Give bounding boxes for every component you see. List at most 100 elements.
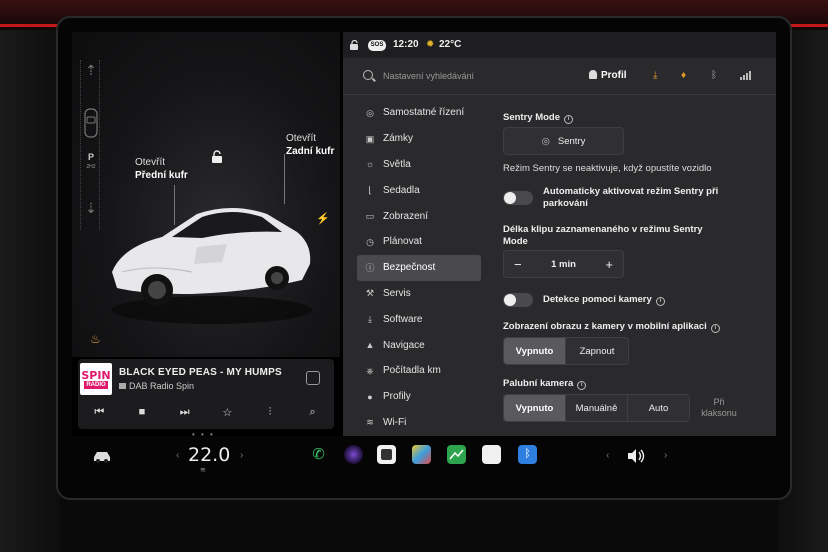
nav-item-seats[interactable]: ⌊ Sedadla — [357, 177, 481, 203]
gear-down-arrow-icon[interactable]: ⇣ — [81, 200, 101, 217]
front-trunk-action: Otevřít — [135, 157, 166, 168]
dashcam-option-auto[interactable]: Auto — [628, 395, 689, 421]
gear-sub-label: 2H2 — [86, 164, 96, 170]
background-left — [0, 30, 60, 552]
sentry-heading: Sentry Mode i — [503, 112, 574, 124]
unlock-icon[interactable] — [210, 150, 224, 164]
dashcam-option-off[interactable]: Vypnuto — [504, 395, 566, 421]
bluetooth-app-icon[interactable]: ᛒ — [518, 445, 537, 464]
dashcam-option-manual[interactable]: Manuálně — [566, 395, 628, 421]
service-app-icon[interactable] — [377, 445, 396, 464]
seat-heater-icon[interactable]: ≋ — [200, 466, 206, 474]
dashcam-segmented: Vypnuto Manuálně Auto — [503, 394, 690, 422]
front-trunk-name: Přední kufr — [135, 170, 188, 181]
camera-detect-toggle[interactable] — [503, 293, 533, 307]
mobile-view-option-on[interactable]: Zapnout — [566, 338, 628, 364]
outside-temperature: 22°C — [439, 39, 462, 50]
clip-length-stepper[interactable]: − 1 min + — [503, 250, 624, 278]
temp-down-arrow[interactable]: ‹ — [176, 450, 179, 461]
favorite-star-icon[interactable]: ☆ — [217, 406, 237, 419]
nav-label: Software — [383, 313, 423, 325]
phone-icon[interactable]: ✆ — [309, 445, 328, 464]
clip-minus-button[interactable]: − — [514, 257, 522, 272]
sentry-button[interactable]: ◎ Sentry — [503, 127, 624, 155]
sos-badge[interactable]: SOS — [368, 40, 386, 51]
nav-label: Samostatné řízení — [383, 107, 465, 119]
nav-item-locks[interactable]: ▣ Zámky — [357, 126, 481, 152]
info-icon[interactable]: i — [577, 381, 587, 390]
auto-sentry-label: Automaticky aktivovat režim Sentry při p… — [543, 186, 719, 209]
gear-selector[interactable]: ⇡ P 2H2 ⇣ — [80, 60, 100, 230]
dab-icon — [119, 383, 126, 389]
media-source-icon[interactable] — [306, 371, 320, 385]
info-icon[interactable]: i — [655, 297, 665, 306]
nav-item-lights[interactable]: ☼ Světla — [357, 152, 481, 178]
sentry-button-label: Sentry — [557, 135, 586, 147]
unlock-status-icon — [350, 40, 358, 50]
profile-button[interactable]: Profil — [589, 70, 627, 81]
stop-icon[interactable]: ■ — [132, 406, 152, 418]
profile-label: Profil — [601, 70, 627, 81]
equalizer-icon[interactable]: ⫶ — [260, 406, 280, 419]
lte-signal-icon — [740, 71, 751, 80]
nav-item-wifi[interactable]: ≋ Wi-Fi — [357, 410, 481, 436]
car-panel: ⇡ P 2H2 ⇣ Otevřít Přední kufr Otevřít Za… — [72, 32, 340, 357]
temp-up-arrow[interactable]: › — [240, 450, 243, 461]
nav-item-software[interactable]: ⤓ Software — [357, 306, 481, 332]
nav-item-trips[interactable]: ⎈ Počítadla km — [357, 358, 481, 384]
dashcam-option-horn[interactable]: Při klaksonu — [699, 397, 739, 419]
nav-item-safety[interactable]: ⓘ Bezpečnost — [357, 254, 481, 281]
energy-app-icon[interactable] — [447, 445, 466, 464]
next-track-icon[interactable]: ⏭ — [175, 406, 195, 419]
nav-label: Světla — [383, 158, 411, 170]
charge-port-icon[interactable]: ⚡ — [316, 212, 330, 225]
auto-sentry-toggle[interactable] — [503, 191, 533, 205]
bottom-dock: ‹ 22.0 › ≋ ✆ ᛒ ‹ › — [72, 436, 776, 477]
nav-item-navigation[interactable]: ▲ Navigace — [357, 332, 481, 358]
camera-app-icon[interactable] — [344, 445, 363, 464]
info-icon[interactable]: i — [710, 324, 720, 333]
notification-bell-icon[interactable]: ♦ — [681, 70, 686, 81]
bluetooth-icon[interactable]: ᛒ — [711, 70, 717, 81]
calendar-app-icon[interactable] — [482, 445, 501, 464]
nav-item-service[interactable]: ⚒ Servis — [357, 281, 481, 307]
nav-item-profiles[interactable]: ● Profily — [357, 384, 481, 410]
clock: 12:20 — [393, 39, 419, 50]
nav-label: Profily — [383, 391, 411, 403]
search-icon[interactable] — [363, 70, 373, 80]
nav-label: Servis — [383, 287, 411, 299]
settings-panel: SOS 12:20 ✹ 22°C Nastavení vyhledávání P… — [343, 32, 776, 436]
wiper-icon[interactable]: ♨ — [90, 332, 101, 346]
rear-trunk-button[interactable]: Otevřít Zadní kufr — [286, 132, 334, 158]
camera-detect-text: Detekce pomocí kamery — [543, 294, 652, 305]
nav-item-schedule[interactable]: ◷ Plánovat — [357, 229, 481, 255]
dashcam-heading: Palubní kamera i — [503, 378, 587, 390]
cabin-temperature[interactable]: 22.0 — [188, 444, 230, 466]
search-input[interactable]: Nastavení vyhledávání — [383, 71, 474, 81]
volume-down-arrow[interactable]: ‹ — [606, 450, 609, 461]
photo-app-icon[interactable] — [412, 445, 431, 464]
volume-icon[interactable] — [626, 448, 646, 464]
volume-up-arrow[interactable]: › — [664, 450, 667, 461]
nav-item-display[interactable]: ▭ Zobrazení — [357, 203, 481, 229]
car-3d-model — [112, 208, 312, 324]
car-icon[interactable] — [92, 449, 112, 463]
dashcam-heading-text: Palubní kamera — [503, 378, 574, 389]
clock-icon: ◷ — [366, 236, 374, 247]
download-icon[interactable]: ⤓ — [653, 70, 657, 81]
rear-trunk-action: Otevřít — [286, 133, 317, 144]
front-trunk-button[interactable]: Otevřít Přední kufr — [135, 156, 188, 182]
mobile-view-option-off[interactable]: Vypnuto — [504, 338, 566, 364]
clip-plus-button[interactable]: + — [605, 257, 613, 272]
media-search-icon[interactable]: ⌕ — [303, 406, 323, 419]
sentry-icon: ◎ — [541, 135, 550, 147]
navigation-icon: ▲ — [365, 340, 375, 351]
media-player: SPIN RADIO BLACK EYED PEAS - MY HUMPS DA… — [78, 359, 334, 429]
info-icon[interactable]: i — [564, 115, 574, 124]
nav-item-autopilot[interactable]: ◎ Samostatné řízení — [357, 100, 481, 126]
nav-label: Wi-Fi — [383, 416, 407, 428]
clip-length-heading: Délka klipu zaznamenaného v režimu Sentr… — [503, 224, 703, 247]
gear-current: P — [87, 152, 94, 162]
gear-up-arrow-icon[interactable]: ⇡ — [81, 62, 101, 79]
previous-track-icon[interactable]: ⏮ — [89, 406, 109, 419]
